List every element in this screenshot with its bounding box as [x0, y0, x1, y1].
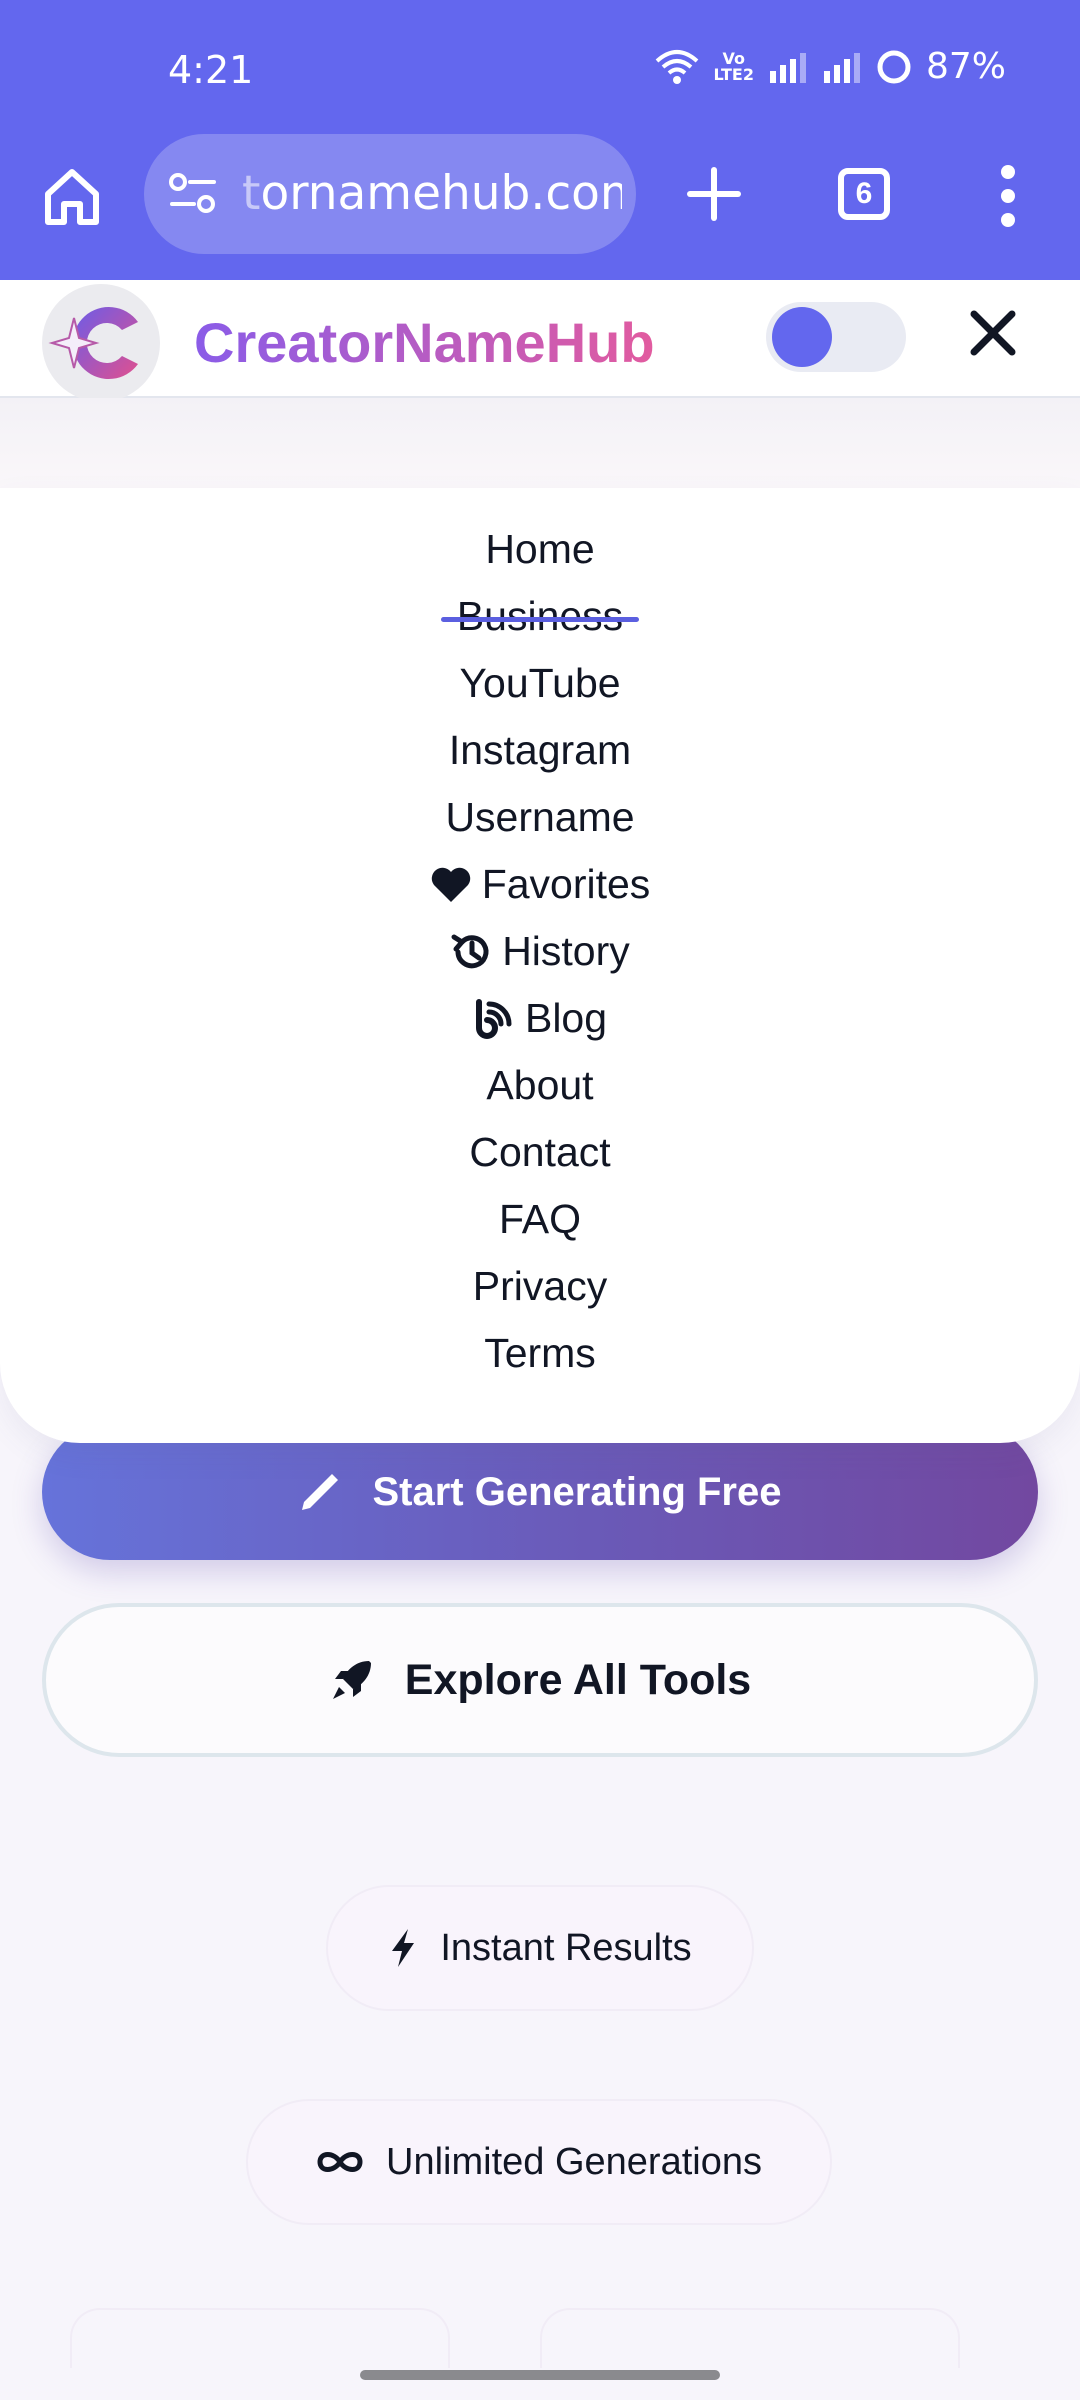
battery-icon [877, 50, 911, 83]
start-generating-button[interactable]: Start Generating Free [42, 1424, 1038, 1560]
signal-icon-2 [823, 52, 860, 83]
nav-item-label: Username [445, 794, 635, 840]
wifi-icon [656, 49, 699, 84]
logo-icon [48, 307, 138, 379]
feature-unlimited-generations: Unlimited Generations [246, 2099, 832, 2225]
browser-toolbar: tornamehub.com 6 [0, 134, 1080, 280]
site-settings-icon[interactable] [168, 172, 218, 216]
nav-item-label: Home [485, 526, 595, 572]
nav-item-instagram[interactable]: Instagram [0, 717, 1080, 784]
nav-item-label: About [486, 1062, 594, 1108]
brand-name[interactable]: CreatorNameHub [194, 310, 655, 375]
start-generating-label: Start Generating Free [372, 1469, 782, 1514]
nav-item-contact[interactable]: Contact [0, 1119, 1080, 1186]
nav-item-label: Terms [484, 1330, 596, 1376]
nav-item-terms[interactable]: Terms [0, 1320, 1080, 1387]
nav-item-history[interactable]: History [0, 918, 1080, 985]
feature-pill-partial [70, 2308, 450, 2368]
status-bar: 4:21 Vo LTE2 87% [0, 0, 1080, 134]
feature-instant-results: Instant Results [326, 1885, 754, 2011]
battery-level: 87% [925, 46, 1006, 87]
pencil-icon [302, 1474, 339, 1510]
close-icon[interactable] [970, 310, 1016, 356]
nav-item-label: Business [440, 593, 640, 639]
nav-list: Home Business YouTube Instagram Username… [0, 516, 1080, 1387]
infinity-icon [317, 2152, 363, 2172]
site-header: CreatorNameHub [0, 280, 1080, 402]
explore-tools-label: Explore All Tools [404, 1655, 752, 1704]
blog-icon [475, 998, 512, 1039]
url-text-main: ornamehub.com [260, 166, 622, 221]
nav-item-label: YouTube [459, 660, 621, 706]
lightning-icon [392, 1929, 415, 1967]
rocket-icon [332, 1661, 371, 1699]
url-text[interactable]: tornamehub.com [242, 166, 622, 221]
theme-toggle[interactable] [766, 302, 906, 372]
nav-item-username[interactable]: Username [0, 784, 1080, 851]
nav-item-faq[interactable]: FAQ [0, 1186, 1080, 1253]
nav-item-business[interactable]: Business [0, 583, 1080, 650]
history-icon [451, 934, 489, 968]
home-icon[interactable] [40, 164, 104, 228]
nav-item-label: Instagram [448, 727, 632, 773]
nav-item-youtube[interactable]: YouTube [0, 650, 1080, 717]
nav-item-home[interactable]: Home [0, 516, 1080, 583]
more-menu-icon[interactable] [996, 164, 1020, 228]
nav-item-label: Favorites [481, 861, 651, 907]
site-logo[interactable] [42, 284, 160, 402]
signal-icon [769, 52, 806, 83]
nav-item-privacy[interactable]: Privacy [0, 1253, 1080, 1320]
nav-item-label: FAQ [498, 1196, 582, 1242]
feature-pill-partial [540, 2308, 960, 2368]
nav-dropdown: Home Business YouTube Instagram Username… [0, 488, 1080, 1443]
new-tab-icon[interactable] [686, 166, 742, 222]
toggle-knob [772, 307, 832, 367]
nav-item-label: History [502, 928, 630, 974]
feature-label: Unlimited Generations [386, 2140, 762, 2183]
tab-switcher-button[interactable]: 6 [838, 168, 890, 220]
status-time: 4:21 [168, 48, 254, 92]
volte-icon: Vo LTE2 [713, 48, 754, 84]
status-icons: Vo LTE2 87% [655, 46, 1006, 87]
nav-item-about[interactable]: About [0, 1052, 1080, 1119]
feature-label: Instant Results [440, 1926, 692, 1969]
url-text-faded: t [242, 166, 261, 221]
address-bar[interactable]: tornamehub.com [144, 134, 636, 254]
gesture-bar[interactable] [360, 2370, 720, 2380]
nav-item-label: Blog [524, 995, 608, 1041]
hero-background [0, 398, 1080, 488]
nav-item-favorites[interactable]: Favorites [0, 851, 1080, 918]
heart-icon [431, 867, 470, 902]
nav-item-label: Privacy [472, 1263, 608, 1309]
nav-item-blog[interactable]: Blog [0, 985, 1080, 1052]
explore-tools-button[interactable]: Explore All Tools [42, 1603, 1038, 1757]
nav-item-label: Contact [469, 1129, 611, 1175]
